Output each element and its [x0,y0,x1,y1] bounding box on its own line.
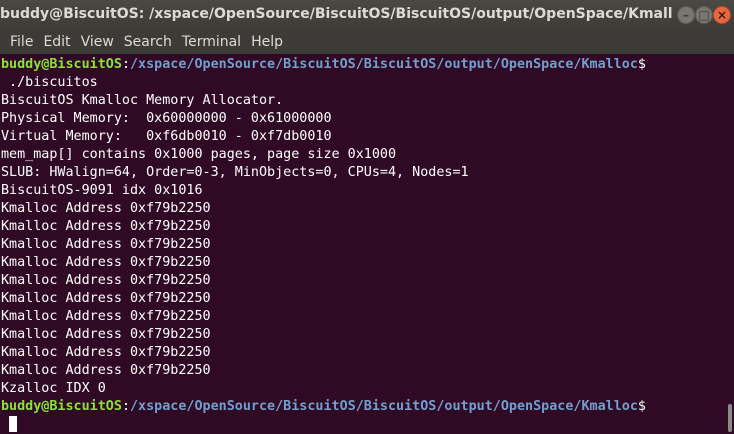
menu-help[interactable]: Help [246,34,288,50]
menu-terminal[interactable]: Terminal [177,34,246,50]
output-line: Virtual Memory: 0xf6db0010 - 0xf7db0010 [1,129,332,144]
prompt-separator: : [121,399,130,414]
window-titlebar[interactable]: buddy@BiscuitOS: /xspace/OpenSource/Bisc… [0,0,734,30]
output-line: Physical Memory: 0x60000000 - 0x61000000 [1,111,332,126]
output-line: Kmalloc Address 0xf79b2250 [1,309,211,324]
output-line: SLUB: HWalign=64, Order=0-3, MinObjects=… [1,165,469,180]
prompt-line: buddy@BiscuitOS:/xspace/OpenSource/Biscu… [1,56,734,74]
close-icon[interactable]: × [713,6,731,24]
prompt-line: buddy@BiscuitOS:/xspace/OpenSource/Biscu… [1,398,734,416]
prompt-path: /xspace/OpenSource/BiscuitOS/BiscuitOS/o… [130,399,638,414]
terminal-area[interactable]: buddy@BiscuitOS:/xspace/OpenSource/Biscu… [0,56,734,434]
prompt-path: /xspace/OpenSource/BiscuitOS/BiscuitOS/o… [130,57,638,72]
output-line: Kmalloc Address 0xf79b2250 [1,255,211,270]
prompt-user: buddy@BiscuitOS [1,57,122,72]
output-line: Kmalloc Address 0xf79b2250 [1,273,211,288]
minimize-icon[interactable]: – [677,6,695,24]
output-line: Kmalloc Address 0xf79b2250 [1,219,211,234]
output-line: mem_map[] contains 0x1000 pages, page si… [1,147,397,162]
prompt-separator: : [121,57,130,72]
output-line: BiscuitOS Kmalloc Memory Allocator. [1,93,284,108]
window-title: buddy@BiscuitOS: /xspace/OpenSource/Bisc… [0,6,672,22]
output-line: Kmalloc Address 0xf79b2250 [1,363,211,378]
menu-view[interactable]: View [76,34,119,50]
output-line: BiscuitOS-9091 idx 0x1016 [1,183,203,198]
menu-edit[interactable]: Edit [38,34,75,50]
text-cursor [9,416,17,432]
output-line: Kzalloc IDX 0 [1,381,106,396]
menu-bar: File Edit View Search Terminal Help [0,30,734,54]
prompt-symbol: $ [637,399,646,414]
menu-search[interactable]: Search [119,34,177,50]
cursor-line [1,416,734,434]
output-line: Kmalloc Address 0xf79b2250 [1,201,211,216]
prompt-user: buddy@BiscuitOS [1,399,122,414]
output-line: Kmalloc Address 0xf79b2250 [1,237,211,252]
command-line: ./biscuitos [1,75,98,90]
terminal-scrollbar[interactable] [728,404,732,432]
output-line: Kmalloc Address 0xf79b2250 [1,327,211,342]
output-line: Kmalloc Address 0xf79b2250 [1,291,211,306]
menu-file[interactable]: File [5,34,38,50]
maximize-icon[interactable]: □ [695,6,713,24]
output-line: Kmalloc Address 0xf79b2250 [1,345,211,360]
prompt-symbol: $ [637,57,646,72]
